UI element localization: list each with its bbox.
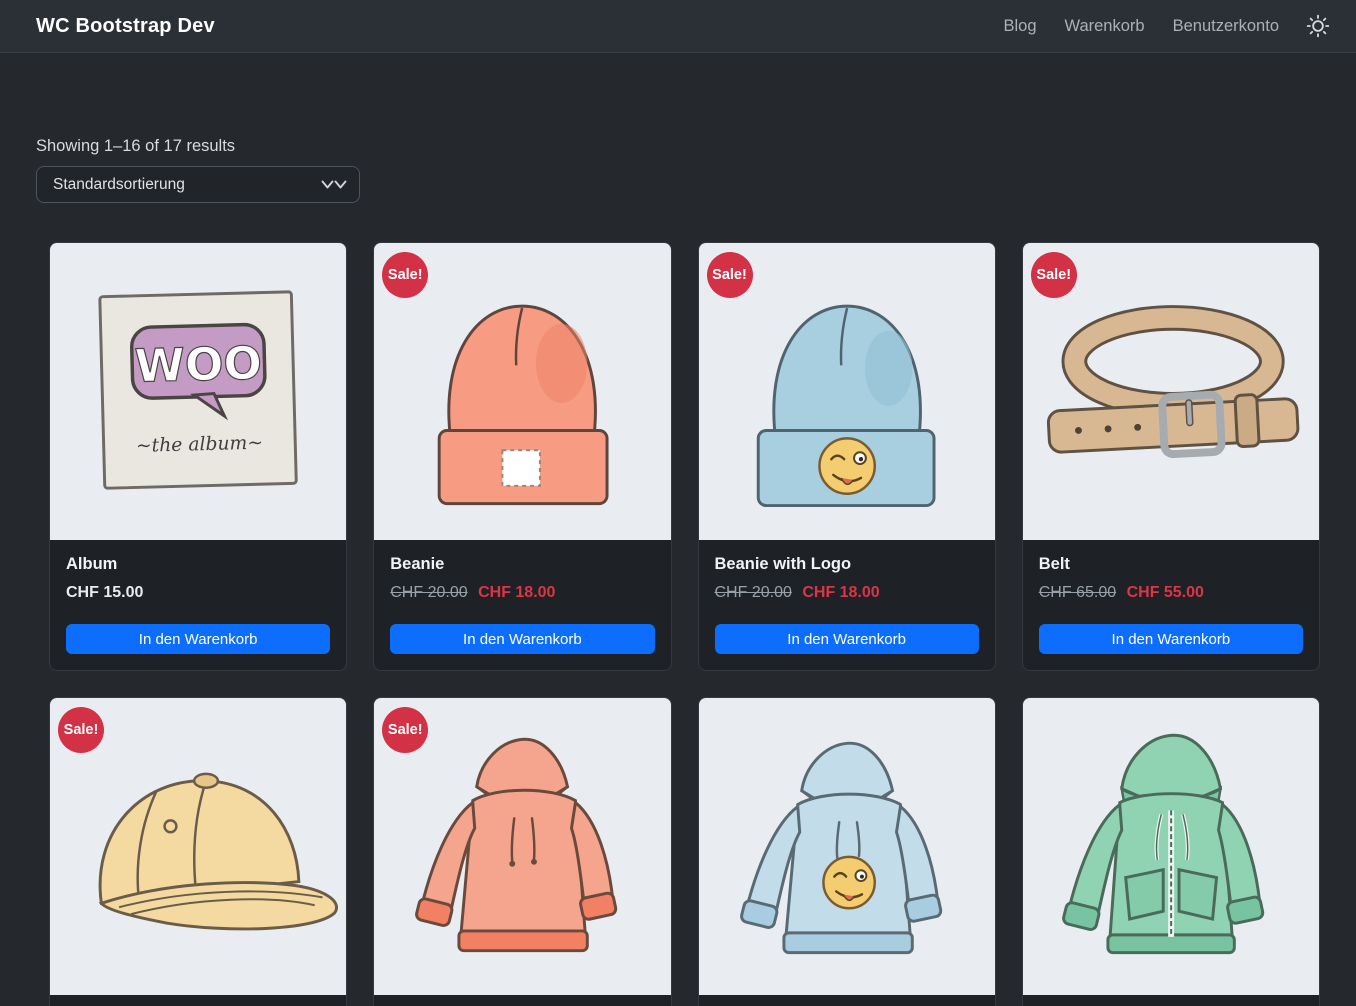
sale-badge: Sale!	[382, 707, 428, 753]
sale-badge: Sale!	[382, 252, 428, 298]
product-price: CHF 20.00 CHF 18.00	[390, 584, 654, 602]
shop-toolbar: Showing 1–16 of 17 results Standardsorti…	[0, 137, 1356, 203]
product-name[interactable]: Beanie with Logo	[715, 555, 979, 574]
product-name[interactable]: Album	[66, 555, 330, 574]
old-price: CHF 65.00	[1039, 584, 1116, 601]
product-card: Sale! Beanie with Logo CHF 20.00 CHF 18.…	[698, 242, 996, 671]
product-name[interactable]: Belt	[1039, 555, 1303, 574]
product-card-body: Album CHF 15.00 In den Warenkorb	[50, 540, 346, 670]
add-to-cart-button[interactable]: In den Warenkorb	[66, 624, 330, 654]
old-price: CHF 20.00	[715, 584, 792, 601]
album-title-text: WOO	[134, 336, 263, 392]
product-price: CHF 15.00	[66, 584, 330, 602]
product-card-body: Belt CHF 65.00 CHF 55.00 In den Warenkor…	[1023, 540, 1319, 670]
product-name[interactable]: Beanie	[390, 555, 654, 574]
product-card: WOO ~the album~ Album CHF 15.00 In den W…	[49, 242, 347, 671]
sale-badge: Sale!	[1031, 252, 1077, 298]
add-to-cart-button[interactable]: In den Warenkorb	[390, 624, 654, 654]
product-grid-wrap: WOO ~the album~ Album CHF 15.00 In den W…	[0, 242, 1356, 1006]
hoodie-green-zipper-product-image[interactable]	[1023, 698, 1319, 995]
blue-hoodie-logo-art	[699, 698, 995, 995]
product-card-body	[699, 995, 995, 1006]
sort-select[interactable]: Standardsortierung	[36, 166, 360, 203]
album-subtitle-text: ~the album~	[136, 433, 264, 457]
theme-toggle-button[interactable]	[1305, 13, 1331, 39]
current-price: CHF 18.00	[802, 584, 879, 601]
sun-icon	[1305, 13, 1331, 39]
product-card-body: Beanie CHF 20.00 CHF 18.00 In den Warenk…	[374, 540, 670, 670]
result-count: Showing 1–16 of 17 results	[36, 137, 1320, 156]
product-card: Sale! Belt CHF 65.00 CHF 55.00 In den Wa…	[1022, 242, 1320, 671]
product-card: Sale!	[373, 697, 671, 1006]
product-price: CHF 20.00 CHF 18.00	[715, 584, 979, 602]
hoodie-blue-logo-product-image[interactable]	[699, 698, 995, 995]
product-card-body	[50, 995, 346, 1006]
winking-emoji-patch	[819, 438, 874, 493]
navbar-brand[interactable]: WC Bootstrap Dev	[36, 15, 215, 38]
album-product-image[interactable]: WOO ~the album~	[50, 243, 346, 540]
current-price: CHF 15.00	[66, 584, 143, 601]
product-price: CHF 65.00 CHF 55.00	[1039, 584, 1303, 602]
nav-link-benutzerkonto[interactable]: Benutzerkonto	[1173, 17, 1279, 35]
navbar: WC Bootstrap Dev Blog Warenkorb Benutzer…	[0, 0, 1356, 53]
current-price: CHF 18.00	[478, 584, 555, 601]
add-to-cart-button[interactable]: In den Warenkorb	[715, 624, 979, 654]
sale-badge: Sale!	[58, 707, 104, 753]
product-card-body	[1023, 995, 1319, 1006]
product-grid-row-1: WOO ~the album~ Album CHF 15.00 In den W…	[49, 242, 1320, 671]
current-price: CHF 55.00	[1127, 584, 1204, 601]
product-grid-row-2: Sale! Sale!	[49, 697, 1320, 1006]
product-card	[698, 697, 996, 1006]
old-price: CHF 20.00	[390, 584, 467, 601]
green-zip-hoodie-art	[1023, 698, 1319, 995]
sort-dropdown-wrap: Standardsortierung	[36, 166, 360, 203]
navbar-links: Blog Warenkorb Benutzerkonto	[1003, 17, 1279, 36]
product-card: Sale!	[49, 697, 347, 1006]
nav-link-warenkorb[interactable]: Warenkorb	[1065, 17, 1145, 35]
product-card-body	[374, 995, 670, 1006]
album-cover-art: WOO ~the album~	[50, 243, 346, 540]
product-card: Sale! Beanie CHF 20.00 CHF 18.00 In den …	[373, 242, 671, 671]
add-to-cart-button[interactable]: In den Warenkorb	[1039, 624, 1303, 654]
nav-link-blog[interactable]: Blog	[1003, 17, 1036, 35]
product-card	[1022, 697, 1320, 1006]
winking-emoji-print	[823, 857, 874, 908]
sale-badge: Sale!	[707, 252, 753, 298]
product-card-body: Beanie with Logo CHF 20.00 CHF 18.00 In …	[699, 540, 995, 670]
